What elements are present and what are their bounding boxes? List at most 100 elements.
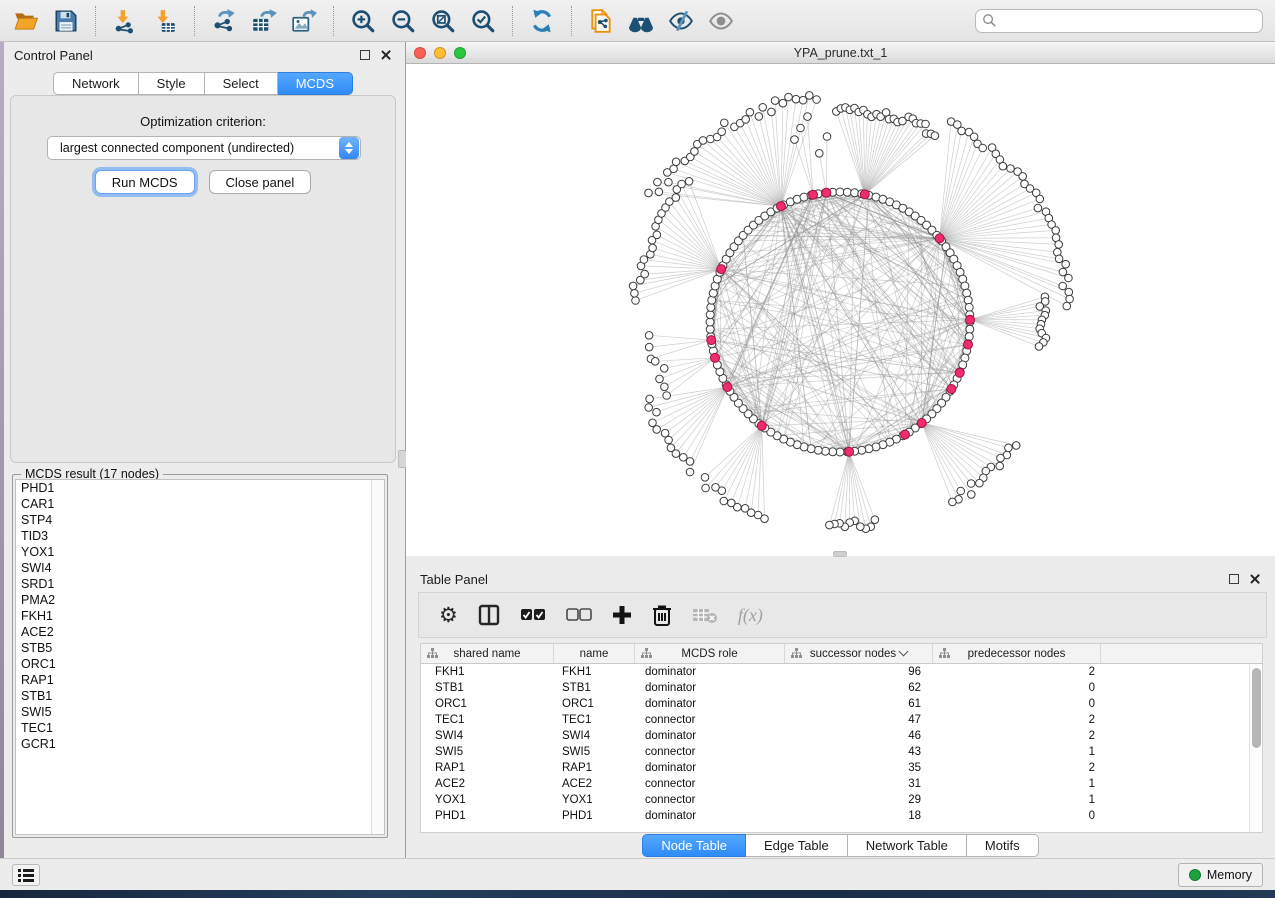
graph-leaf-node[interactable] bbox=[1065, 288, 1073, 296]
graph-mcds-hub-node[interactable] bbox=[723, 383, 732, 392]
network-canvas[interactable] bbox=[406, 64, 1275, 556]
mcds-result-item[interactable]: SRD1 bbox=[16, 576, 384, 592]
column-header-successor-nodes[interactable]: successor nodes bbox=[785, 644, 933, 663]
graph-leaf-node[interactable] bbox=[806, 92, 814, 100]
table-row[interactable]: ACE2ACE2connector311 bbox=[421, 776, 1262, 792]
mcds-result-item[interactable]: STP4 bbox=[16, 512, 384, 528]
delete-column-icon[interactable] bbox=[652, 604, 672, 626]
graph-leaf-node[interactable] bbox=[672, 158, 680, 166]
graph-leaf-node[interactable] bbox=[755, 113, 763, 121]
graph-mcds-hub-node[interactable] bbox=[947, 385, 956, 394]
graph-leaf-node[interactable] bbox=[997, 454, 1005, 462]
table-tab-network-table[interactable]: Network Table bbox=[848, 834, 967, 857]
graph-mcds-hub-node[interactable] bbox=[955, 368, 964, 377]
table-scrollbar[interactable] bbox=[1249, 664, 1262, 832]
graph-leaf-node[interactable] bbox=[979, 144, 987, 152]
graph-leaf-node[interactable] bbox=[746, 108, 754, 116]
graph-ring-node[interactable] bbox=[836, 188, 844, 196]
graph-leaf-node[interactable] bbox=[1055, 241, 1063, 249]
hide-selected-icon[interactable] bbox=[663, 4, 699, 38]
graph-leaf-node[interactable] bbox=[645, 332, 653, 340]
graph-leaf-node[interactable] bbox=[646, 395, 654, 403]
graph-leaf-node[interactable] bbox=[665, 178, 673, 186]
table-cell[interactable]: 1 bbox=[933, 746, 1101, 758]
zoom-fit-icon[interactable] bbox=[425, 4, 461, 38]
select-all-rows-icon[interactable] bbox=[520, 608, 546, 622]
table-cell[interactable]: YOX1 bbox=[421, 794, 554, 806]
table-cell[interactable]: SWI5 bbox=[554, 746, 635, 758]
table-cell[interactable]: 96 bbox=[785, 666, 933, 678]
table-cell[interactable]: SWI5 bbox=[421, 746, 554, 758]
close-panel-icon[interactable] bbox=[380, 49, 392, 61]
column-header-name[interactable]: name bbox=[554, 644, 635, 663]
table-row[interactable]: ORC1ORC1dominator610 bbox=[421, 696, 1262, 712]
table-cell[interactable]: 0 bbox=[933, 810, 1101, 822]
graph-leaf-node[interactable] bbox=[1012, 442, 1020, 450]
deselect-all-rows-icon[interactable] bbox=[566, 608, 592, 622]
graph-mcds-hub-node[interactable] bbox=[822, 188, 831, 197]
mcds-result-item[interactable]: TID3 bbox=[16, 528, 384, 544]
table-cell[interactable]: FKH1 bbox=[554, 666, 635, 678]
mcds-result-item[interactable]: STB1 bbox=[16, 688, 384, 704]
save-session-icon[interactable] bbox=[48, 4, 84, 38]
graph-leaf-node[interactable] bbox=[661, 383, 669, 391]
mcds-result-item[interactable]: RAP1 bbox=[16, 672, 384, 688]
graph-leaf-node[interactable] bbox=[826, 521, 834, 529]
table-row[interactable]: TEC1TEC1connector472 bbox=[421, 712, 1262, 728]
table-cell[interactable]: 2 bbox=[933, 730, 1101, 742]
graph-leaf-node[interactable] bbox=[949, 498, 957, 506]
graph-leaf-node[interactable] bbox=[631, 290, 639, 298]
table-cell[interactable]: 1 bbox=[933, 794, 1101, 806]
graph-leaf-node[interactable] bbox=[678, 180, 686, 188]
graph-leaf-node[interactable] bbox=[1066, 295, 1074, 303]
network-window-titlebar[interactable]: YPA_prune.txt_1 bbox=[406, 42, 1275, 64]
table-cell[interactable]: 0 bbox=[933, 698, 1101, 710]
graph-leaf-node[interactable] bbox=[958, 127, 966, 135]
table-cell[interactable]: connector bbox=[635, 746, 785, 758]
table-cell[interactable]: connector bbox=[635, 794, 785, 806]
table-cell[interactable]: RAP1 bbox=[554, 762, 635, 774]
search-input[interactable] bbox=[1001, 11, 1262, 31]
graph-leaf-node[interactable] bbox=[649, 419, 657, 427]
table-tab-motifs[interactable]: Motifs bbox=[967, 834, 1039, 857]
table-tab-edge-table[interactable]: Edge Table bbox=[746, 834, 848, 857]
graph-leaf-node[interactable] bbox=[967, 480, 975, 488]
graph-leaf-node[interactable] bbox=[1034, 204, 1042, 212]
graph-leaf-node[interactable] bbox=[823, 133, 831, 141]
table-cell[interactable]: 35 bbox=[785, 762, 933, 774]
column-header-predecessor-nodes[interactable]: predecessor nodes bbox=[933, 644, 1101, 663]
table-row[interactable]: RAP1RAP1dominator352 bbox=[421, 760, 1262, 776]
table-scrollbar-thumb[interactable] bbox=[1252, 668, 1261, 748]
mcds-result-item[interactable]: GCR1 bbox=[16, 736, 384, 752]
table-cell[interactable]: ORC1 bbox=[554, 698, 635, 710]
graph-leaf-node[interactable] bbox=[1019, 173, 1027, 181]
tab-network[interactable]: Network bbox=[53, 72, 139, 95]
graph-leaf-node[interactable] bbox=[779, 99, 787, 107]
mcds-result-item[interactable]: ORC1 bbox=[16, 656, 384, 672]
binoculars-icon[interactable] bbox=[623, 4, 659, 38]
graph-leaf-node[interactable] bbox=[654, 178, 662, 186]
show-columns-icon[interactable] bbox=[478, 604, 500, 626]
graph-mcds-hub-node[interactable] bbox=[809, 190, 818, 199]
graph-leaf-node[interactable] bbox=[1059, 282, 1067, 290]
mcds-result-item[interactable]: PHD1 bbox=[16, 480, 384, 496]
graph-leaf-node[interactable] bbox=[1065, 274, 1073, 282]
table-cell[interactable]: connector bbox=[635, 778, 785, 790]
graph-mcds-hub-node[interactable] bbox=[777, 202, 786, 211]
graph-mcds-hub-node[interactable] bbox=[707, 336, 716, 345]
graph-leaf-node[interactable] bbox=[629, 282, 637, 290]
graph-mcds-hub-node[interactable] bbox=[757, 421, 766, 430]
graph-leaf-node[interactable] bbox=[771, 97, 779, 105]
table-cell[interactable]: ACE2 bbox=[421, 778, 554, 790]
graph-mcds-hub-node[interactable] bbox=[901, 430, 910, 439]
graph-leaf-node[interactable] bbox=[661, 429, 669, 437]
show-all-icon[interactable] bbox=[703, 4, 739, 38]
table-row[interactable]: PHD1PHD1dominator180 bbox=[421, 808, 1262, 824]
mcds-result-item[interactable]: YOX1 bbox=[16, 544, 384, 560]
table-cell[interactable]: dominator bbox=[635, 682, 785, 694]
panel-menu-button[interactable] bbox=[12, 864, 40, 886]
graph-leaf-node[interactable] bbox=[742, 116, 750, 124]
graph-mcds-hub-node[interactable] bbox=[917, 419, 926, 428]
import-table-icon[interactable] bbox=[147, 4, 183, 38]
zoom-in-icon[interactable] bbox=[345, 4, 381, 38]
